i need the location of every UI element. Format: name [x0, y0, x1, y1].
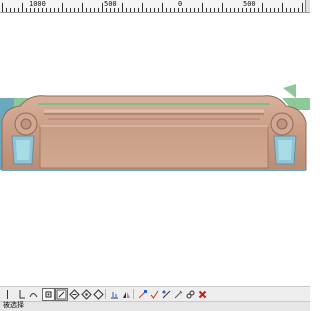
relief-model[interactable]: [0, 84, 310, 176]
perpendicular-icon[interactable]: [14, 288, 27, 301]
right-scroll-center: [276, 118, 288, 130]
ruler-label-1000: 1000: [28, 0, 47, 8]
ruler-label-500-right: 500: [242, 0, 257, 8]
left-scroll-center: [20, 118, 32, 130]
central-panel: [39, 125, 269, 169]
ruler-label-0: 0: [177, 0, 184, 8]
right-top-green: [283, 84, 296, 98]
status-text: 被选择: [3, 301, 24, 309]
ruler-label-500: 500: [103, 0, 118, 8]
horizontal-ruler: 1000 500 0 500: [0, 0, 310, 13]
toolbar-separator: [105, 289, 106, 299]
right-panel-inner: [278, 140, 292, 160]
align-mirror-icon[interactable]: [120, 288, 133, 301]
ruler-edge: [305, 0, 310, 12]
left-panel-inner: [16, 140, 30, 160]
delete-icon[interactable]: [196, 288, 209, 301]
pen-select-icon[interactable]: [55, 288, 68, 301]
diamond-icon[interactable]: [92, 288, 105, 301]
undo-curve-icon[interactable]: [27, 288, 40, 301]
select-point-icon[interactable]: [42, 288, 55, 301]
bottom-toolbar: [0, 286, 310, 301]
toolbar-separator: [133, 289, 134, 299]
vertical-line-icon[interactable]: [1, 288, 14, 301]
